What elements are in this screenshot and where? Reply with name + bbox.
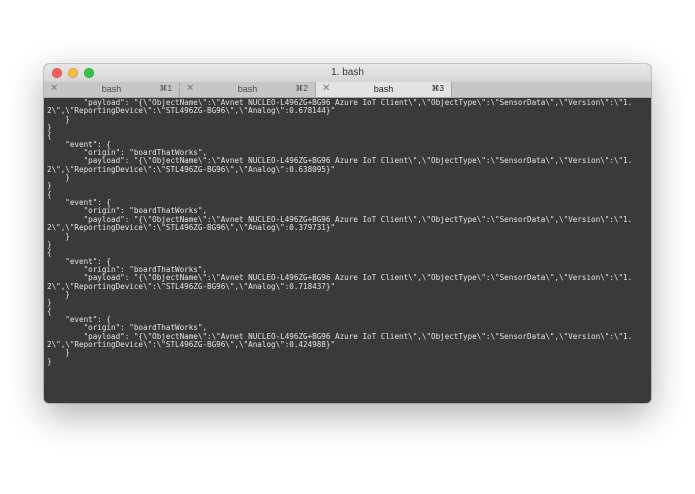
tab-bar: ✕ bash ⌘1 ✕ bash ⌘2 ✕ bash ⌘3 (44, 82, 651, 98)
terminal-line: } (47, 289, 70, 299)
tab-3[interactable]: ✕ bash ⌘3 (316, 82, 452, 97)
terminal-line: } (47, 298, 52, 308)
terminal-line: 2\",\"ReportingDevice\":\"STL496ZG-BG96\… (47, 164, 336, 174)
title-bar[interactable]: 1. bash (44, 64, 651, 82)
terminal-line: } (47, 348, 70, 358)
tab-1[interactable]: ✕ bash ⌘1 (44, 82, 180, 97)
terminal-line: } (47, 231, 70, 241)
tab-shortcut: ⌘3 (431, 84, 444, 93)
terminal-line: 2\",\"ReportingDevice\":\"STL496ZG-BG96\… (47, 106, 336, 116)
terminal-window: 1. bash ✕ bash ⌘1 ✕ bash ⌘2 ✕ bash ⌘3 "p… (44, 64, 651, 403)
terminal-line: } (47, 356, 52, 366)
terminal-line: { (47, 131, 52, 141)
tab-shortcut: ⌘2 (295, 84, 308, 93)
terminal-line: { (47, 189, 52, 199)
terminal-line: } (47, 123, 52, 133)
terminal-line: } (47, 173, 70, 183)
tab-shortcut: ⌘1 (159, 84, 172, 93)
terminal-output[interactable]: "payload": "{\"ObjectName\":\"Avnet NUCL… (44, 98, 651, 403)
terminal-line: 2\",\"ReportingDevice\":\"STL496ZG-BG96\… (47, 281, 336, 291)
terminal-line: } (47, 114, 70, 124)
terminal-line: { (47, 248, 52, 258)
terminal-line: 2\",\"ReportingDevice\":\"STL496ZG-BG96\… (47, 223, 336, 233)
terminal-line: } (47, 181, 52, 191)
tab-2[interactable]: ✕ bash ⌘2 (180, 82, 316, 97)
terminal-line: } (47, 239, 52, 249)
terminal-line: { (47, 306, 52, 316)
terminal-line: 2\",\"ReportingDevice\":\"STL496ZG-BG96\… (47, 339, 336, 349)
window-title: 1. bash (331, 67, 364, 78)
